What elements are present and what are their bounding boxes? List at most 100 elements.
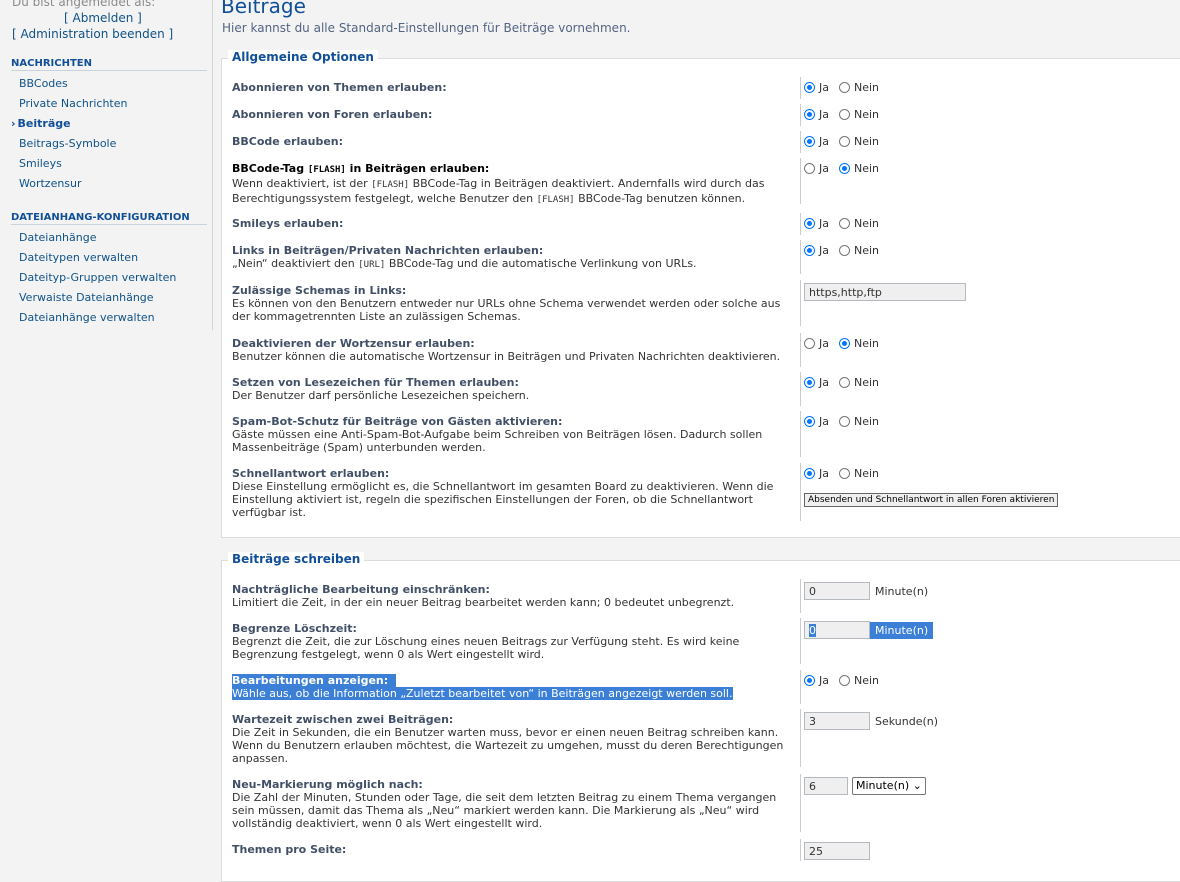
setting-explain: vollständig deaktiviert, wenn 0 als Wert… <box>232 817 543 830</box>
radio-no[interactable] <box>839 245 850 256</box>
active-bullet-icon: › <box>11 117 16 130</box>
sidebar-item-file-types[interactable]: Dateitypen verwalten <box>19 251 138 265</box>
selected-value: 0 <box>809 624 816 637</box>
setting-explain: Wenn deaktiviert, ist der [FLASH] BBCode… <box>232 177 794 192</box>
input-group: https,http,ftp <box>804 283 966 301</box>
setting-label: Themen pro Seite: <box>232 843 347 856</box>
radio-no[interactable] <box>839 416 850 427</box>
input-group: 25 <box>804 842 870 860</box>
radio-no[interactable] <box>839 377 850 388</box>
radio-no[interactable] <box>839 136 850 147</box>
topics-per-page-input[interactable]: 25 <box>804 842 870 860</box>
sidebar-item-post-icons[interactable]: Beitrags-Symbole <box>19 137 116 151</box>
menu-section-title: NACHRICHTEN <box>11 58 207 71</box>
explain-part: BBCode-Tag und die automatische Verlinku… <box>385 257 697 270</box>
sidebar-item-smilies[interactable]: Smileys <box>19 157 62 171</box>
sidebar-item-manage-attachments[interactable]: Dateianhänge verwalten <box>19 311 155 325</box>
time-unit-select[interactable]: Minute(n) ⌄ <box>852 777 926 795</box>
radio-no-label: Nein <box>854 244 880 257</box>
setting-explain: Begrenzt die Zeit, die zur Löschung eine… <box>232 635 740 648</box>
setting-explain: Die Zahl der Minuten, Stunden oder Tage,… <box>232 791 777 804</box>
radio-no-label: Nein <box>854 108 880 121</box>
setting-label: BBCode erlauben: <box>232 135 344 148</box>
edit-time-input[interactable]: 0 <box>804 582 870 600</box>
radio-group: Ja Nein <box>804 376 889 389</box>
setting-label: Abonnieren von Foren erlauben: <box>232 108 433 121</box>
radio-no-label: Nein <box>854 467 880 480</box>
login-info: Du bist angemeldet als: [ Abmelden ] [ A… <box>12 0 202 42</box>
sidebar-item-word-censor[interactable]: Wortzensur <box>19 177 82 191</box>
menu-section-title: DATEIANHANG-KONFIGURATION <box>11 212 207 225</box>
radio-yes[interactable] <box>804 245 815 256</box>
radio-yes[interactable] <box>804 218 815 229</box>
radio-yes[interactable] <box>804 163 815 174</box>
radio-no[interactable] <box>839 468 850 479</box>
divider <box>800 333 802 367</box>
setting-explain: Es können von den Benutzern entweder nur… <box>232 297 781 310</box>
setting-label: Nachträgliche Bearbeitung einschränken: <box>232 583 490 596</box>
radio-group: Ja Nein <box>804 162 889 175</box>
unit-label: Minute(n) <box>875 584 929 598</box>
setting-explain: sein müssen, damit das Thema als „Neu“ m… <box>232 804 760 817</box>
setting-label: Setzen von Lesezeichen für Themen erlaub… <box>232 376 519 389</box>
input-group: 0 Minute(n) <box>804 582 928 600</box>
sidebar-item-posts[interactable]: › Beiträge <box>11 117 71 131</box>
radio-no-label: Nein <box>854 674 880 687</box>
page-title: Beiträge <box>221 0 306 18</box>
explain-part: „Nein“ deaktiviert den <box>232 257 359 270</box>
radio-group: Ja Nein <box>804 674 889 687</box>
flood-interval-input[interactable]: 3 <box>804 712 870 730</box>
radio-yes[interactable] <box>804 416 815 427</box>
radio-no[interactable] <box>839 163 850 174</box>
sidebar-item-attachments[interactable]: Dateianhänge <box>19 231 97 245</box>
radio-no-label: Nein <box>854 217 880 230</box>
schemas-input[interactable]: https,http,ftp <box>804 283 966 301</box>
explain-part: BBCode-Tag benutzen können. <box>574 192 746 205</box>
setting-explain: Diese Einstellung ermöglicht es, die Sch… <box>232 480 774 493</box>
label-part: in Beiträgen erlauben: <box>345 162 490 175</box>
radio-no[interactable] <box>839 109 850 120</box>
divider <box>800 213 802 235</box>
divider <box>800 104 802 126</box>
radio-yes[interactable] <box>804 82 815 93</box>
setting-explain: Wenn du Benutzern erlauben möchtest, die… <box>232 739 784 752</box>
radio-group: Ja Nein <box>804 135 889 148</box>
radio-yes-label: Ja <box>819 674 829 687</box>
enable-quick-reply-button[interactable]: Absenden und Schnellantwort in allen For… <box>804 493 1059 507</box>
sidebar-item-file-type-groups[interactable]: Dateityp-Gruppen verwalten <box>19 271 176 285</box>
radio-group: Ja Nein <box>804 81 889 94</box>
logout-link[interactable]: [ Abmelden ] <box>64 11 142 25</box>
label-part: BBCode-Tag <box>232 162 308 175</box>
radio-group: Ja Nein <box>804 415 889 428</box>
divider <box>800 280 802 326</box>
setting-label: Bearbeitungen anzeigen: <box>232 674 794 687</box>
selected-text: Wähle aus, ob die Information „Zuletzt b… <box>232 687 733 700</box>
radio-yes[interactable] <box>804 338 815 349</box>
divider <box>800 77 802 99</box>
radio-yes-label: Ja <box>819 244 829 257</box>
radio-yes[interactable] <box>804 377 815 388</box>
divider <box>800 158 802 204</box>
delete-time-input[interactable]: 0 <box>804 621 870 639</box>
end-admin-link[interactable]: [ Administration beenden ] <box>12 27 173 41</box>
logged-in-label: Du bist angemeldet als: <box>12 0 156 9</box>
radio-yes[interactable] <box>804 468 815 479</box>
radio-group: Ja Nein <box>804 217 889 230</box>
radio-yes-label: Ja <box>819 376 829 389</box>
sidebar-item-private-messages[interactable]: Private Nachrichten <box>19 97 128 111</box>
radio-yes[interactable] <box>804 136 815 147</box>
radio-no[interactable] <box>839 218 850 229</box>
sidebar-item-orphaned-attachments[interactable]: Verwaiste Dateianhänge <box>19 291 154 305</box>
new-mark-input[interactable]: 6 <box>804 777 848 795</box>
radio-no[interactable] <box>839 82 850 93</box>
radio-no[interactable] <box>839 675 850 686</box>
sidebar-item-bbcodes[interactable]: BBCodes <box>19 77 68 91</box>
radio-yes-label: Ja <box>819 81 829 94</box>
radio-yes[interactable] <box>804 675 815 686</box>
setting-explain: Die Zeit in Sekunden, die ein Benutzer w… <box>232 726 779 739</box>
setting-label: Links in Beiträgen/Privaten Nachrichten … <box>232 244 544 257</box>
radio-yes-label: Ja <box>819 162 829 175</box>
radio-no[interactable] <box>839 338 850 349</box>
divider <box>800 240 802 274</box>
radio-yes[interactable] <box>804 109 815 120</box>
